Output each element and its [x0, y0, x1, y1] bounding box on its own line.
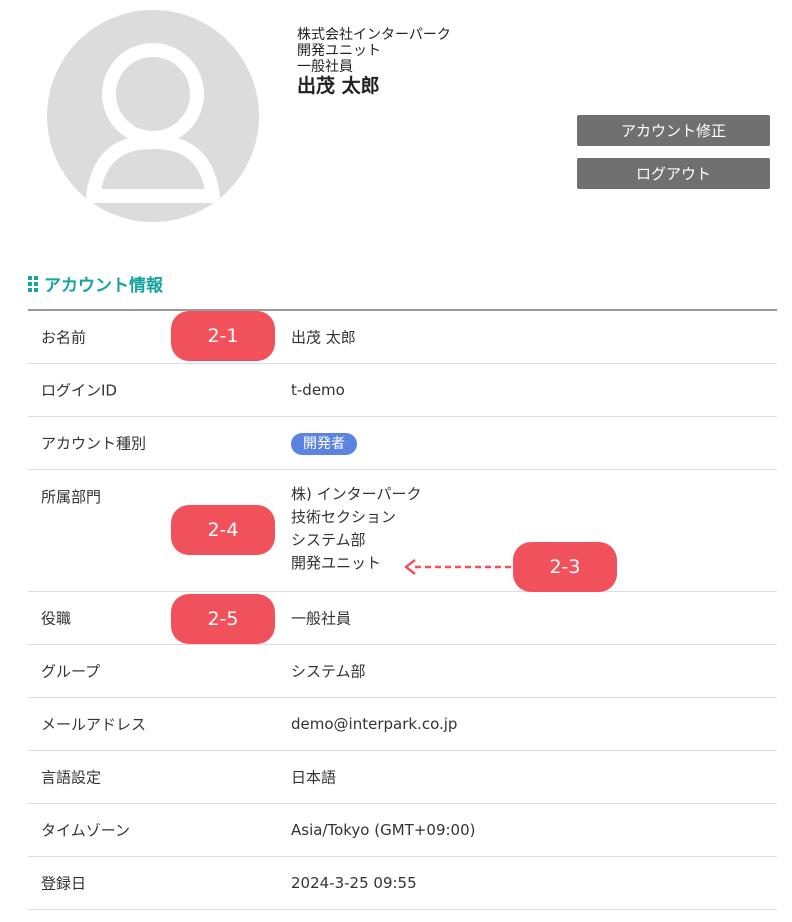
row-label: タイムゾーン	[41, 821, 130, 840]
row-label: メールアドレス	[41, 715, 147, 734]
section-title: アカウント情報	[28, 271, 163, 296]
row-value: 日本語	[291, 768, 337, 787]
row-label: アカウント種別	[41, 434, 147, 453]
row-label: 役職	[41, 609, 72, 628]
row-value: 一般社員	[291, 609, 352, 628]
row-email: メールアドレス demo@interpark.co.jp	[28, 698, 777, 751]
grip-icon	[28, 275, 38, 292]
user-silhouette-icon	[86, 43, 220, 203]
profile-unit: 開発ユニット	[297, 43, 381, 59]
row-value: t-demo	[291, 381, 345, 399]
account-type-badge: 開発者	[291, 433, 357, 455]
callout-2-1: 2-1	[171, 311, 275, 361]
row-label: お名前	[41, 328, 87, 347]
row-registered-date: 登録日 2024-3-25 09:55	[28, 857, 777, 910]
callout-2-5: 2-5	[171, 594, 275, 644]
department-line: 技術セクション	[291, 508, 397, 526]
department-line: 株) インターパーク	[291, 485, 422, 503]
row-name: お名前 出茂 太郎	[28, 311, 777, 364]
callout-2-3: 2-3	[513, 542, 617, 592]
dashed-arrow-left-icon	[404, 559, 513, 575]
row-value: Asia/Tokyo (GMT+09:00)	[291, 821, 476, 839]
row-value: demo@interpark.co.jp	[291, 715, 458, 733]
row-label: グループ	[41, 662, 101, 681]
department-line: システム部	[291, 531, 366, 549]
avatar	[47, 10, 259, 222]
account-info-table: お名前 出茂 太郎 ログインID t-demo アカウント種別 開発者 所属部門…	[28, 309, 777, 910]
edit-account-button[interactable]: アカウント修正	[577, 115, 770, 146]
row-value: 2024-3-25 09:55	[291, 874, 417, 892]
row-label: 所属部門	[41, 488, 102, 506]
row-label: ログインID	[41, 381, 117, 400]
section-title-label: アカウント情報	[44, 276, 163, 296]
logout-button[interactable]: ログアウト	[577, 158, 770, 189]
row-value: 出茂 太郎	[291, 328, 356, 347]
row-value: システム部	[291, 662, 366, 681]
row-timezone: タイムゾーン Asia/Tokyo (GMT+09:00)	[28, 804, 777, 857]
row-login-id: ログインID t-demo	[28, 364, 777, 417]
row-label: 言語設定	[41, 768, 102, 787]
department-line: 開発ユニット	[291, 554, 382, 572]
row-account-type: アカウント種別 開発者	[28, 417, 777, 470]
profile-title: 一般社員	[297, 59, 353, 75]
row-language: 言語設定 日本語	[28, 751, 777, 804]
profile-company: 株式会社インターパーク	[297, 27, 451, 43]
row-value: 開発者	[291, 433, 357, 455]
row-label: 登録日	[41, 874, 87, 893]
row-group: グループ システム部	[28, 645, 777, 698]
profile-summary: 株式会社インターパーク 開発ユニット 一般社員 出茂 太郎	[297, 27, 451, 97]
profile-name: 出茂 太郎	[297, 75, 380, 97]
row-position: 役職 一般社員	[28, 592, 777, 645]
callout-2-4: 2-4	[171, 505, 275, 555]
department-lines: 株) インターパーク 技術セクション システム部 開発ユニット	[291, 483, 421, 575]
